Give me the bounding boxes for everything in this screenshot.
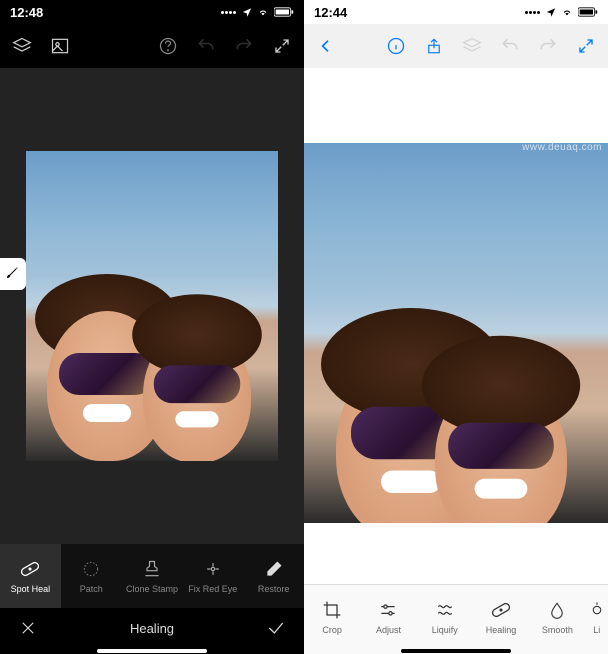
crop-tool[interactable]: Crop (304, 585, 360, 648)
more-dots-icon (525, 11, 540, 14)
help-circle-icon (158, 36, 178, 56)
patch-tool[interactable]: Patch (61, 544, 122, 608)
smooth-tool[interactable]: Smooth (529, 585, 585, 648)
undo-icon (196, 36, 216, 56)
more-dots-icon (221, 11, 236, 14)
liquify-tool[interactable]: Liquify (417, 585, 473, 648)
mode-title: Healing (130, 621, 174, 636)
brush-panel-toggle[interactable] (0, 258, 26, 290)
undo-button[interactable] (498, 34, 522, 58)
bandaid-icon (19, 558, 41, 580)
image-icon (50, 36, 70, 56)
wifi-icon (560, 7, 574, 17)
tool-label: Clone Stamp (126, 584, 178, 594)
mode-bar: Healing (0, 608, 304, 648)
check-icon (266, 618, 286, 638)
bandaid-icon (490, 599, 512, 621)
stamp-icon (142, 559, 162, 579)
restore-tool[interactable]: Restore (243, 544, 304, 608)
tool-label: Fix Red Eye (188, 584, 237, 594)
left-editor-pane: 12:48 (0, 0, 304, 654)
tool-label: Liquify (432, 625, 458, 635)
cancel-button[interactable] (16, 616, 40, 640)
tool-label: Restore (258, 584, 290, 594)
wifi-icon (256, 7, 270, 17)
home-indicator[interactable] (304, 648, 608, 654)
layers-button[interactable] (460, 34, 484, 58)
tool-label: Healing (486, 625, 517, 635)
status-bar: 12:44 (304, 0, 608, 24)
watermark: www.deuaq.com (522, 142, 602, 153)
clone-stamp-tool[interactable]: Clone Stamp (122, 544, 183, 608)
info-button[interactable] (384, 34, 408, 58)
back-button[interactable] (314, 34, 338, 58)
tool-label: Spot Heal (11, 584, 51, 594)
expand-button[interactable] (270, 34, 294, 58)
redo-icon (538, 36, 558, 56)
status-icons (525, 7, 598, 17)
brush-icon (5, 266, 21, 282)
layers-icon (12, 36, 32, 56)
spot-heal-tool[interactable]: Spot Heal (0, 544, 61, 608)
red-eye-tool[interactable]: Fix Red Eye (182, 544, 243, 608)
battery-icon (274, 7, 294, 17)
redo-icon (234, 36, 254, 56)
redo-button[interactable] (536, 34, 560, 58)
eraser-icon (264, 559, 284, 579)
liquify-icon (435, 600, 455, 620)
crop-icon (322, 600, 342, 620)
expand-icon (577, 37, 595, 55)
drop-icon (548, 600, 566, 620)
redo-button[interactable] (232, 34, 256, 58)
tool-label: Adjust (376, 625, 401, 635)
tool-label: Crop (322, 625, 342, 635)
tool-label: Smooth (542, 625, 573, 635)
tool-label: Patch (80, 584, 103, 594)
status-icons (221, 7, 294, 17)
canvas[interactable] (0, 68, 304, 544)
photo (26, 151, 278, 461)
photo (304, 143, 608, 523)
light-icon (588, 601, 606, 619)
editor-tools: Crop Adjust Liquify Healing Smooth Li (304, 584, 608, 648)
info-circle-icon (386, 36, 406, 56)
app-toolbar (304, 24, 608, 68)
share-button[interactable] (422, 34, 446, 58)
home-indicator[interactable] (0, 648, 304, 654)
tool-label: Li (593, 625, 600, 635)
clock: 12:44 (314, 5, 347, 20)
healing-tools: Spot Heal Patch Clone Stamp Fix Red Eye … (0, 544, 304, 608)
sliders-icon (378, 600, 398, 620)
confirm-button[interactable] (264, 616, 288, 640)
x-icon (19, 619, 37, 637)
clock: 12:48 (10, 5, 43, 20)
redeye-icon (203, 559, 223, 579)
chevron-left-icon (318, 36, 334, 56)
share-icon (425, 35, 443, 57)
status-bar: 12:48 (0, 0, 304, 24)
healing-tool[interactable]: Healing (473, 585, 529, 648)
expand-button[interactable] (574, 34, 598, 58)
adjust-tool[interactable]: Adjust (360, 585, 416, 648)
light-tool[interactable]: Li (585, 585, 608, 648)
image-button[interactable] (48, 34, 72, 58)
location-arrow-icon (242, 7, 252, 17)
expand-icon (273, 37, 291, 55)
app-toolbar (0, 24, 304, 68)
undo-button[interactable] (194, 34, 218, 58)
layers-button[interactable] (10, 34, 34, 58)
layers-icon (462, 36, 482, 56)
battery-icon (578, 7, 598, 17)
patch-icon (81, 559, 101, 579)
right-editor-pane: 12:44 (304, 0, 608, 654)
help-button[interactable] (156, 34, 180, 58)
undo-icon (500, 36, 520, 56)
location-arrow-icon (546, 7, 556, 17)
